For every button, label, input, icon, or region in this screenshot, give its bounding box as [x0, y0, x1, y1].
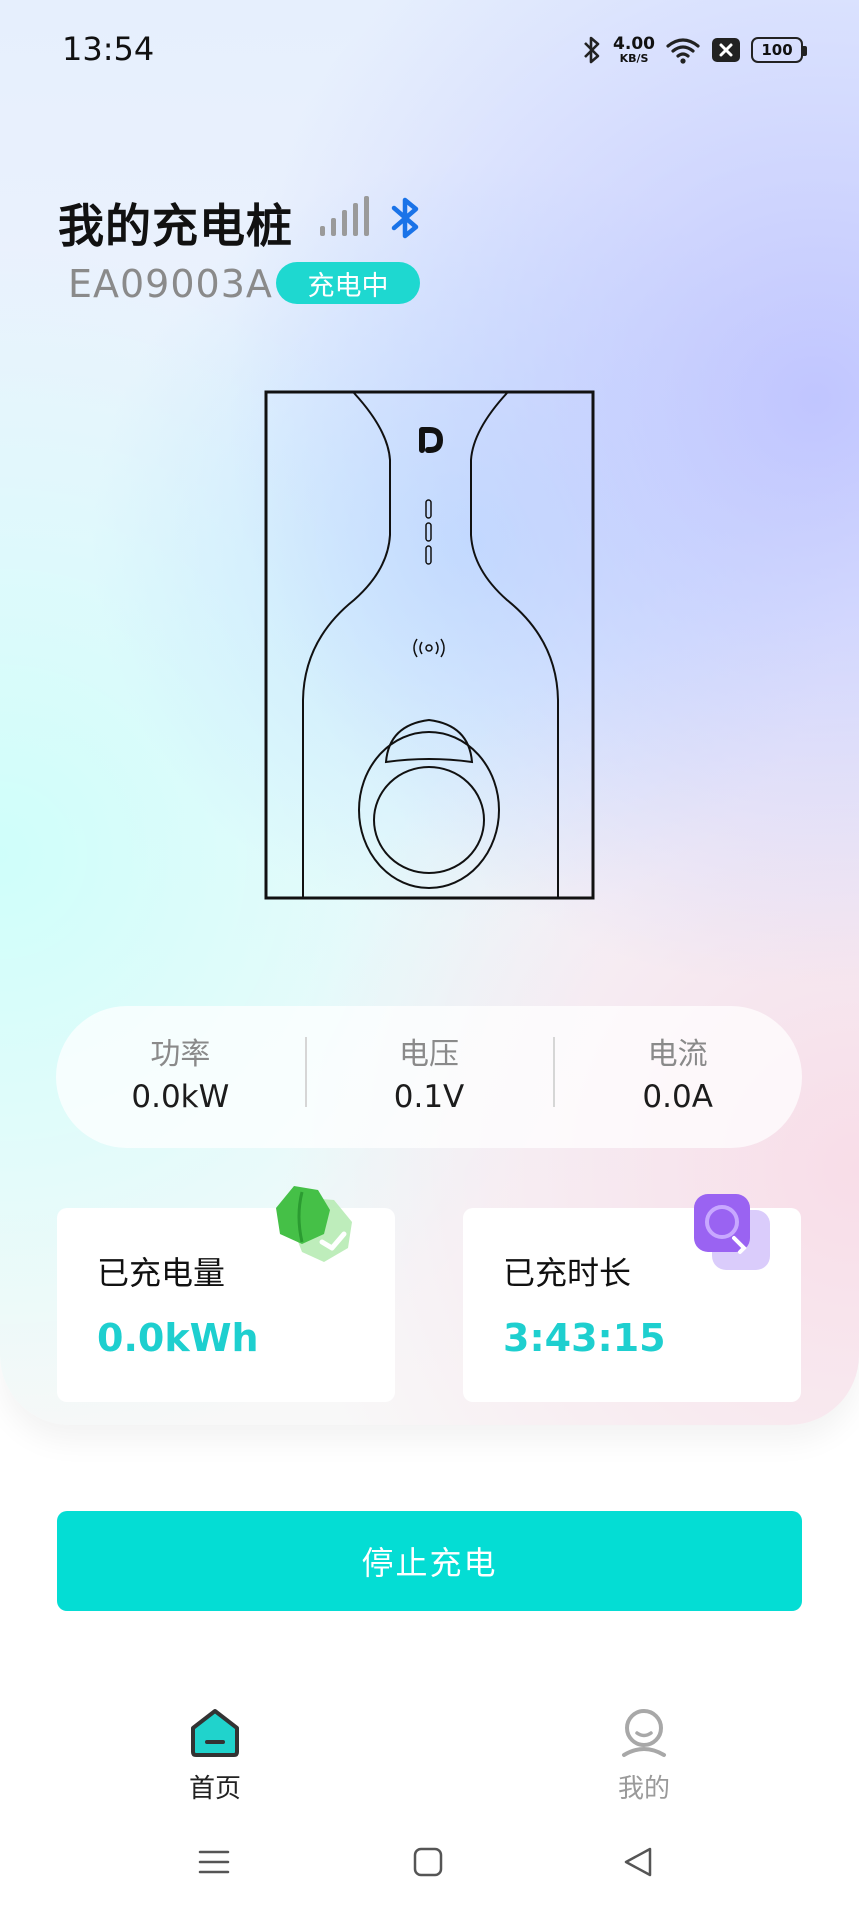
stat-current: 电流 0.0A — [553, 1037, 802, 1116]
device-id: EA09003A — [68, 262, 273, 306]
bluetooth-icon[interactable] — [388, 196, 424, 240]
status-badge: 充电中 — [276, 262, 420, 304]
bluetooth-icon — [584, 36, 600, 64]
menu-icon[interactable] — [198, 1846, 230, 1878]
signal-strength-icon — [320, 196, 369, 236]
page-title: 我的充电桩 — [58, 199, 293, 253]
stat-label: 电流 — [647, 1037, 708, 1073]
stat-power: 功率 0.0kW — [56, 1037, 305, 1116]
nav-mine[interactable]: 我的 — [564, 1708, 724, 1805]
status-icons: 4.00 KB/S 100 — [581, 30, 807, 70]
card-title: 已充时长 — [503, 1254, 632, 1292]
energy-value: 0.0kWh — [97, 1316, 259, 1360]
home-nav-icon[interactable] — [412, 1846, 444, 1878]
stat-label: 电压 — [399, 1037, 459, 1073]
profile-icon — [622, 1709, 666, 1757]
battery-icon: 100 — [751, 37, 807, 63]
net-speed: 4.00 KB/S — [613, 34, 655, 65]
card-title: 已充电量 — [97, 1254, 226, 1292]
energy-leaf-icon — [276, 1186, 352, 1262]
back-icon[interactable] — [622, 1846, 654, 1878]
sim-off-icon — [712, 38, 740, 62]
nav-home-label: 首页 — [188, 1774, 241, 1804]
stat-value: 0.0A — [642, 1079, 713, 1116]
nav-mine-label: 我的 — [617, 1774, 670, 1804]
charger-illustration — [264, 390, 595, 900]
realtime-stats: 功率 0.0kW 电压 0.1V 电流 0.0A — [56, 1006, 802, 1148]
stop-charging-button[interactable]: 停止充电 — [57, 1511, 802, 1611]
duration-value: 3:43:15 — [503, 1316, 666, 1360]
stat-voltage: 电压 0.1V — [304, 1037, 554, 1116]
stat-value: 0.0kW — [131, 1079, 230, 1116]
wifi-icon — [666, 38, 700, 64]
nav-home[interactable]: 首页 — [135, 1708, 295, 1805]
status-time: 13:54 — [62, 30, 155, 68]
stat-label: 功率 — [150, 1037, 211, 1073]
stat-value: 0.1V — [393, 1079, 465, 1116]
clock-icon — [694, 1194, 770, 1270]
home-icon — [191, 1709, 239, 1757]
